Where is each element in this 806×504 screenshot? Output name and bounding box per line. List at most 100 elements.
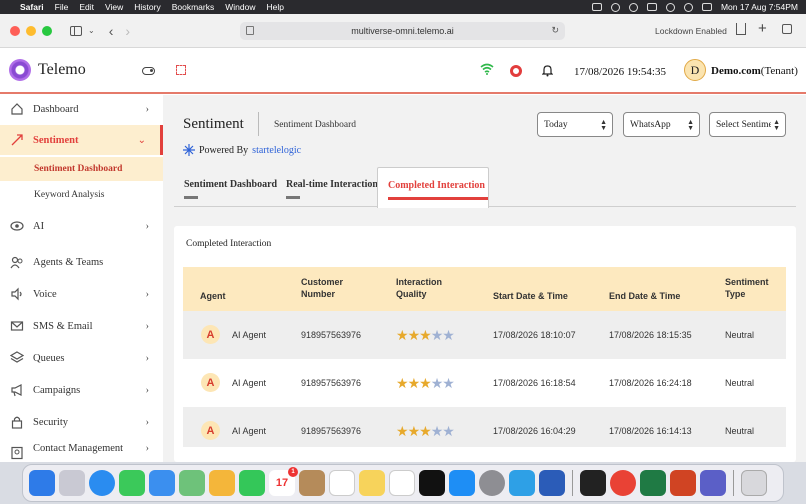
sidebar-item-ai[interactable]: AI › [0,212,163,240]
menu-view[interactable]: View [105,2,123,12]
wifi-icon [480,63,494,75]
sidebar-subitem-sentiment-dashboard[interactable]: Sentiment Dashboard [0,157,163,181]
share-icon[interactable] [736,23,746,35]
powerpoint-icon[interactable] [670,470,696,496]
powered-by: Powered By startelelogic [183,144,301,156]
eye-icon [10,221,24,231]
sidebar-item-sentiment[interactable]: Sentiment ⌄ [0,125,163,155]
trash-icon[interactable] [741,470,767,496]
play-status-icon[interactable] [628,2,638,12]
sidebar-item-label: Campaigns [33,384,81,396]
spotlight-search-icon[interactable] [683,2,693,12]
new-tab-icon[interactable]: + [758,20,767,37]
battery-icon[interactable] [646,3,657,11]
sidebar-collapse-icon[interactable] [142,67,155,75]
menu-bookmarks[interactable]: Bookmarks [172,2,215,12]
star-empty-icon: ★ [442,423,455,439]
home-icon [11,103,23,115]
menu-window[interactable]: Window [225,2,255,12]
menu-help[interactable]: Help [266,2,283,12]
powered-by-link[interactable]: startelelogic [252,145,301,156]
sidebar-toggle-icon[interactable] [70,25,82,36]
back-arrow-icon[interactable]: ‹ [109,23,114,39]
sidebar-item-label: AI [33,220,45,232]
sidebar-item-security[interactable]: Security › [0,408,163,436]
sidebar-item-contact-management[interactable]: Contact Management › [0,440,163,462]
safari-icon[interactable] [89,470,115,496]
teams-icon[interactable] [700,470,726,496]
freeform-icon[interactable] [389,470,415,496]
sidebar-subitem-keyword-analysis[interactable]: Keyword Analysis [0,183,163,207]
user-status-icon[interactable] [610,2,620,12]
dock-separator [572,470,573,496]
maps-icon[interactable] [179,470,205,496]
close-window-button[interactable] [10,25,20,36]
terminal-icon[interactable] [580,470,606,496]
menubar-clock[interactable]: Mon 17 Aug 7:54PM [721,2,798,12]
facetime-icon[interactable] [239,470,265,496]
tab-overview-icon[interactable] [782,24,792,34]
photos-icon[interactable] [209,470,235,496]
sidebar-item-agents-teams[interactable]: Agents & Teams [0,248,163,276]
sidebar-item-voice[interactable]: Voice › [0,280,163,308]
sidebar-item-campaigns[interactable]: Campaigns › [0,376,163,404]
col-sentiment-type-line2: Type [725,289,746,299]
menu-history[interactable]: History [134,2,160,12]
trend-icon [11,134,23,146]
zoom-window-button[interactable] [42,25,52,36]
star-filled-icon: ★ [396,327,409,343]
wifi-status-icon[interactable] [665,2,675,12]
notes-icon[interactable] [359,470,385,496]
menu-file[interactable]: File [55,2,69,12]
sentiment-filter-select[interactable]: Select Sentiment ▲▼ [709,112,786,137]
minimize-window-button[interactable] [26,25,36,36]
table-row[interactable]: A AI Agent 918957563976 ★★★★★ 17/08/2026… [183,311,786,359]
tab-sentiment-dashboard[interactable]: Sentiment Dashboard [174,167,277,207]
sidebar-item-queues[interactable]: Queues › [0,344,163,372]
app-store-icon[interactable] [449,470,475,496]
messages-icon[interactable] [119,470,145,496]
launchpad-icon[interactable] [59,470,85,496]
contacts-icon [11,446,23,460]
reminders-icon[interactable] [329,470,355,496]
tab-completed-interaction[interactable]: Completed Interaction [377,167,489,208]
star-filled-icon: ★ [419,327,432,343]
camera-status-icon[interactable] [591,3,602,11]
apple-tv-icon[interactable] [419,470,445,496]
forward-arrow-icon[interactable]: › [125,23,130,39]
tab-label: Completed Interaction [388,180,485,191]
address-bar[interactable]: multiverse-omni.telemo.ai ↻ [240,22,565,40]
col-agent: Agent [200,291,226,301]
sidebar-subitem-label: Keyword Analysis [34,190,105,200]
table-row[interactable]: A AI Agent 918957563976 ★★★★★ 17/08/2026… [183,407,786,447]
chrome-icon[interactable] [610,470,636,496]
finder-icon[interactable] [29,470,55,496]
tenant-name[interactable]: Demo.com(Tenant) [711,65,798,77]
chevron-down-icon[interactable]: ⌄ [88,26,95,35]
calendar-icon[interactable]: 17 1 [269,467,298,496]
tenant-suffix: (Tenant) [760,65,798,77]
fullscreen-icon[interactable] [176,65,186,75]
mail-app-icon[interactable] [149,470,175,496]
tab-indicator [388,197,488,200]
preview-icon[interactable] [509,470,535,496]
channel-filter-select[interactable]: WhatsApp ▲ ▼ [623,112,700,137]
tab-real-time-interaction[interactable]: Real-time Interaction [276,167,378,207]
contacts-app-icon[interactable] [299,470,325,496]
sidebar-item-dashboard[interactable]: Dashboard › [0,95,163,123]
control-center-icon[interactable] [701,3,712,11]
support-icon[interactable] [510,65,522,77]
system-settings-icon[interactable] [479,470,505,496]
date-filter-value: Today [544,119,568,130]
table-row[interactable]: A AI Agent 918957563976 ★★★★★ 17/08/2026… [183,359,786,407]
excel-icon[interactable] [640,470,666,496]
date-filter-select[interactable]: Today ▲ ▼ [537,112,613,137]
sidebar-item-sms-email[interactable]: SMS & Email › [0,312,163,340]
reload-icon[interactable]: ↻ [551,25,559,36]
avatar[interactable]: D [684,59,706,81]
menu-edit[interactable]: Edit [79,2,94,12]
menu-app-safari[interactable]: Safari [20,2,44,12]
select-arrows-icon: ▲ ▼ [773,118,780,132]
bell-icon[interactable] [542,64,553,77]
word-icon[interactable] [539,470,565,496]
